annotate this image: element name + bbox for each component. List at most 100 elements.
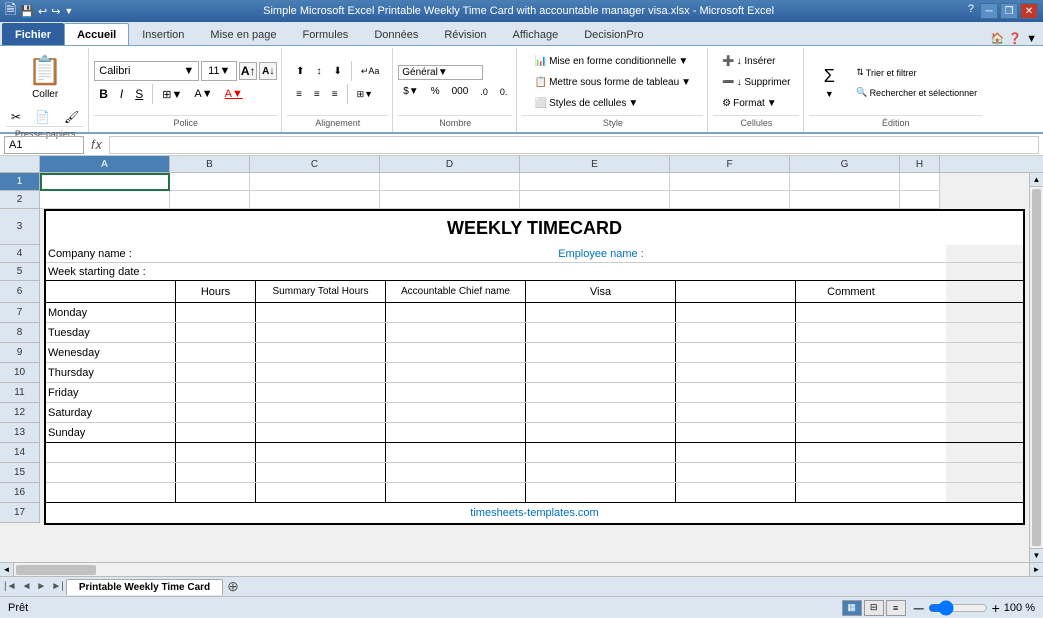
page-layout-button[interactable]: ⊟ bbox=[864, 600, 884, 616]
align-center-button[interactable]: ≡ bbox=[309, 85, 325, 103]
cell-g10[interactable] bbox=[796, 363, 906, 382]
cell-a12[interactable]: Saturday bbox=[46, 403, 176, 422]
cell-a6[interactable] bbox=[46, 281, 176, 302]
currency-button[interactable]: $▼ bbox=[398, 83, 423, 101]
tab-prev-button[interactable]: ◄ bbox=[20, 581, 34, 592]
cell-f13[interactable] bbox=[676, 423, 796, 442]
cell-e10[interactable] bbox=[526, 363, 676, 382]
cell-styles-button[interactable]: ⬜ Styles de cellules ▼ bbox=[530, 95, 696, 113]
cell-d7[interactable] bbox=[386, 303, 526, 322]
cell-f8[interactable] bbox=[676, 323, 796, 342]
cell-a4[interactable]: Company name : bbox=[46, 245, 176, 262]
cell-g1[interactable] bbox=[790, 173, 900, 191]
delete-button[interactable]: ➖ ↓ Supprimer bbox=[717, 74, 795, 92]
close-button[interactable]: ✕ bbox=[1020, 3, 1038, 19]
cell-b6[interactable]: Hours bbox=[176, 281, 256, 302]
cell-a7[interactable]: Monday bbox=[46, 303, 176, 322]
cell-c5[interactable] bbox=[256, 263, 386, 280]
cell-b11[interactable] bbox=[176, 383, 256, 402]
col-header-a[interactable]: A bbox=[40, 156, 170, 172]
cell-e4[interactable]: Employee name : bbox=[526, 245, 676, 262]
tab-affichage[interactable]: Affichage bbox=[500, 23, 572, 45]
cell-f1[interactable] bbox=[670, 173, 790, 191]
cut-button[interactable]: ✂ bbox=[6, 108, 26, 126]
cell-f11[interactable] bbox=[676, 383, 796, 402]
row-num-15[interactable]: 15 bbox=[0, 463, 40, 483]
font-size-dropdown-icon[interactable]: ▼ bbox=[220, 65, 231, 77]
cell-h15[interactable] bbox=[906, 463, 946, 482]
format-painter-button[interactable]: 🖌 bbox=[59, 108, 84, 126]
cell-f10[interactable] bbox=[676, 363, 796, 382]
ribbon-expand-icon[interactable]: ▼ bbox=[1026, 33, 1037, 45]
cell-a1[interactable] bbox=[40, 173, 170, 191]
tab-next-button[interactable]: ► bbox=[34, 581, 48, 592]
cell-d4[interactable] bbox=[386, 245, 526, 262]
restore-button[interactable]: ❐ bbox=[1000, 3, 1018, 19]
conditional-format-button[interactable]: 📊 Mise en forme conditionnelle ▼ bbox=[530, 53, 696, 71]
cell-d13[interactable] bbox=[386, 423, 526, 442]
cell-c9[interactable] bbox=[256, 343, 386, 362]
italic-button[interactable]: I bbox=[115, 85, 128, 103]
cell-e1[interactable] bbox=[520, 173, 670, 191]
align-top-button[interactable]: ⬆ bbox=[291, 62, 309, 80]
decrease-font-button[interactable]: A↓ bbox=[259, 62, 277, 80]
cell-e5[interactable] bbox=[526, 263, 676, 280]
cell-b5[interactable] bbox=[176, 263, 256, 280]
tab-accueil[interactable]: Accueil bbox=[64, 23, 129, 45]
cell-b9[interactable] bbox=[176, 343, 256, 362]
cell-c13[interactable] bbox=[256, 423, 386, 442]
cell-d16[interactable] bbox=[386, 483, 526, 502]
cell-e14[interactable] bbox=[526, 443, 676, 462]
cell-f5[interactable] bbox=[676, 263, 796, 280]
row-num-12[interactable]: 12 bbox=[0, 403, 40, 423]
tab-insertion[interactable]: Insertion bbox=[129, 23, 197, 45]
row-num-14[interactable]: 14 bbox=[0, 443, 40, 463]
select-all-button[interactable] bbox=[0, 156, 40, 173]
cell-c16[interactable] bbox=[256, 483, 386, 502]
cell-h7[interactable] bbox=[906, 303, 946, 322]
cell-e6[interactable]: Visa bbox=[526, 281, 676, 302]
normal-view-button[interactable]: ▦ bbox=[842, 600, 862, 616]
formula-input[interactable] bbox=[109, 136, 1039, 154]
col-header-f[interactable]: F bbox=[670, 156, 790, 172]
cell-g15[interactable] bbox=[796, 463, 906, 482]
tab-decisionpro[interactable]: DecisionPro bbox=[571, 23, 656, 45]
cell-d8[interactable] bbox=[386, 323, 526, 342]
cell-a3[interactable]: WEEKLY TIMECARD bbox=[46, 211, 1023, 245]
percent-button[interactable]: % bbox=[426, 83, 445, 101]
row-num-8[interactable]: 8 bbox=[0, 323, 40, 343]
cell-b10[interactable] bbox=[176, 363, 256, 382]
find-select-button[interactable]: 🔍 Rechercher et sélectionner bbox=[851, 84, 982, 102]
cell-b13[interactable] bbox=[176, 423, 256, 442]
cell-f9[interactable] bbox=[676, 343, 796, 362]
row-num-16[interactable]: 16 bbox=[0, 483, 40, 503]
row-num-11[interactable]: 11 bbox=[0, 383, 40, 403]
cell-d15[interactable] bbox=[386, 463, 526, 482]
format-button[interactable]: ⚙ Format ▼ bbox=[717, 95, 795, 113]
ribbon-question-icon[interactable]: ❓ bbox=[1008, 32, 1022, 45]
merge-button[interactable]: ⊞▼ bbox=[352, 85, 378, 103]
ribbon-help-icon[interactable]: 🏠 bbox=[991, 32, 1005, 45]
paste-button[interactable]: 📋 Coller bbox=[15, 50, 75, 104]
cell-c8[interactable] bbox=[256, 323, 386, 342]
cell-a11[interactable]: Friday bbox=[46, 383, 176, 402]
row-num-7[interactable]: 7 bbox=[0, 303, 40, 323]
row-num-3[interactable]: 3 bbox=[0, 209, 40, 245]
cell-g2[interactable] bbox=[790, 191, 900, 209]
decimal-down-button[interactable]: 0. bbox=[495, 83, 513, 101]
minimize-button[interactable]: ─ bbox=[980, 3, 998, 19]
underline-button[interactable]: S bbox=[130, 85, 148, 103]
cell-b1[interactable] bbox=[170, 173, 250, 191]
cell-h2[interactable] bbox=[900, 191, 940, 209]
cell-d14[interactable] bbox=[386, 443, 526, 462]
cell-b7[interactable] bbox=[176, 303, 256, 322]
cell-f16[interactable] bbox=[676, 483, 796, 502]
cell-d2[interactable] bbox=[380, 191, 520, 209]
row-num-2[interactable]: 2 bbox=[0, 191, 40, 209]
cell-d10[interactable] bbox=[386, 363, 526, 382]
cell-b15[interactable] bbox=[176, 463, 256, 482]
cell-h14[interactable] bbox=[906, 443, 946, 462]
cell-g8[interactable] bbox=[796, 323, 906, 342]
cell-g14[interactable] bbox=[796, 443, 906, 462]
zoom-out-button[interactable]: ─ bbox=[914, 600, 924, 616]
